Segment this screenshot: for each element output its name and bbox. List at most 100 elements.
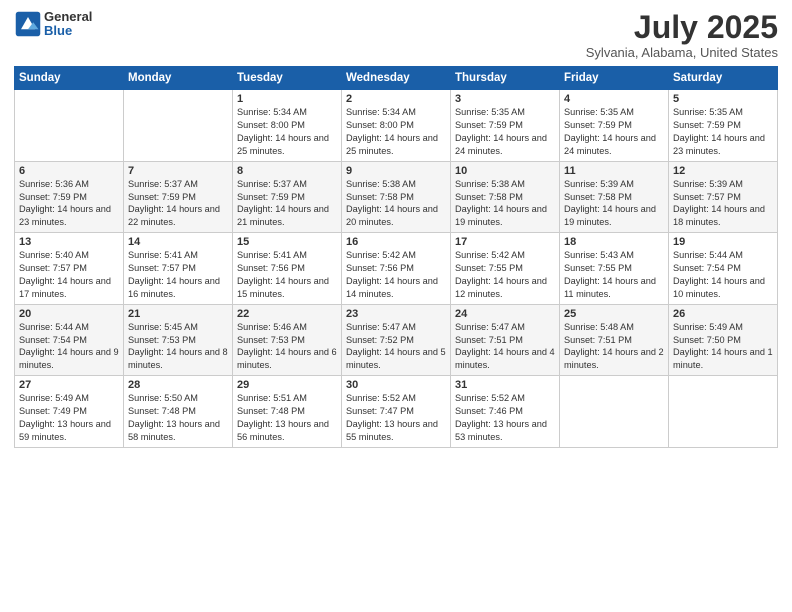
calendar-cell bbox=[15, 90, 124, 162]
day-info: Sunrise: 5:45 AM Sunset: 7:53 PM Dayligh… bbox=[128, 321, 228, 373]
calendar-week-row: 20Sunrise: 5:44 AM Sunset: 7:54 PM Dayli… bbox=[15, 304, 778, 376]
weekday-header: Monday bbox=[124, 67, 233, 90]
calendar-cell: 27Sunrise: 5:49 AM Sunset: 7:49 PM Dayli… bbox=[15, 376, 124, 448]
calendar-cell: 31Sunrise: 5:52 AM Sunset: 7:46 PM Dayli… bbox=[451, 376, 560, 448]
calendar-week-row: 6Sunrise: 5:36 AM Sunset: 7:59 PM Daylig… bbox=[15, 161, 778, 233]
calendar-cell: 28Sunrise: 5:50 AM Sunset: 7:48 PM Dayli… bbox=[124, 376, 233, 448]
day-info: Sunrise: 5:42 AM Sunset: 7:55 PM Dayligh… bbox=[455, 249, 555, 301]
calendar-cell: 3Sunrise: 5:35 AM Sunset: 7:59 PM Daylig… bbox=[451, 90, 560, 162]
day-number: 17 bbox=[455, 236, 555, 248]
day-number: 23 bbox=[346, 308, 446, 320]
day-number: 1 bbox=[237, 93, 337, 105]
day-info: Sunrise: 5:34 AM Sunset: 8:00 PM Dayligh… bbox=[346, 106, 446, 158]
calendar-cell: 15Sunrise: 5:41 AM Sunset: 7:56 PM Dayli… bbox=[233, 233, 342, 305]
calendar-cell: 4Sunrise: 5:35 AM Sunset: 7:59 PM Daylig… bbox=[560, 90, 669, 162]
calendar-cell: 9Sunrise: 5:38 AM Sunset: 7:58 PM Daylig… bbox=[342, 161, 451, 233]
day-number: 21 bbox=[128, 308, 228, 320]
calendar-cell: 17Sunrise: 5:42 AM Sunset: 7:55 PM Dayli… bbox=[451, 233, 560, 305]
logo: General Blue bbox=[14, 10, 92, 39]
day-info: Sunrise: 5:38 AM Sunset: 7:58 PM Dayligh… bbox=[455, 178, 555, 230]
day-info: Sunrise: 5:51 AM Sunset: 7:48 PM Dayligh… bbox=[237, 392, 337, 444]
day-number: 4 bbox=[564, 93, 664, 105]
calendar-cell: 20Sunrise: 5:44 AM Sunset: 7:54 PM Dayli… bbox=[15, 304, 124, 376]
day-info: Sunrise: 5:35 AM Sunset: 7:59 PM Dayligh… bbox=[455, 106, 555, 158]
day-number: 20 bbox=[19, 308, 119, 320]
day-info: Sunrise: 5:47 AM Sunset: 7:52 PM Dayligh… bbox=[346, 321, 446, 373]
calendar-cell: 7Sunrise: 5:37 AM Sunset: 7:59 PM Daylig… bbox=[124, 161, 233, 233]
day-number: 15 bbox=[237, 236, 337, 248]
day-number: 19 bbox=[673, 236, 773, 248]
calendar-cell bbox=[560, 376, 669, 448]
day-info: Sunrise: 5:41 AM Sunset: 7:56 PM Dayligh… bbox=[237, 249, 337, 301]
day-number: 29 bbox=[237, 379, 337, 391]
calendar-cell: 2Sunrise: 5:34 AM Sunset: 8:00 PM Daylig… bbox=[342, 90, 451, 162]
day-number: 28 bbox=[128, 379, 228, 391]
calendar-cell: 5Sunrise: 5:35 AM Sunset: 7:59 PM Daylig… bbox=[669, 90, 778, 162]
weekday-header: Tuesday bbox=[233, 67, 342, 90]
calendar-cell: 24Sunrise: 5:47 AM Sunset: 7:51 PM Dayli… bbox=[451, 304, 560, 376]
calendar-cell: 19Sunrise: 5:44 AM Sunset: 7:54 PM Dayli… bbox=[669, 233, 778, 305]
calendar-cell: 18Sunrise: 5:43 AM Sunset: 7:55 PM Dayli… bbox=[560, 233, 669, 305]
weekday-header: Wednesday bbox=[342, 67, 451, 90]
day-number: 14 bbox=[128, 236, 228, 248]
day-info: Sunrise: 5:39 AM Sunset: 7:57 PM Dayligh… bbox=[673, 178, 773, 230]
day-number: 30 bbox=[346, 379, 446, 391]
day-number: 9 bbox=[346, 165, 446, 177]
day-info: Sunrise: 5:43 AM Sunset: 7:55 PM Dayligh… bbox=[564, 249, 664, 301]
weekday-header: Saturday bbox=[669, 67, 778, 90]
day-info: Sunrise: 5:46 AM Sunset: 7:53 PM Dayligh… bbox=[237, 321, 337, 373]
calendar-week-row: 1 Sunrise: 5:34 AM Sunset: 8:00 PM Daylig… bbox=[15, 90, 778, 162]
day-info: Sunrise: 5:52 AM Sunset: 7:47 PM Dayligh… bbox=[346, 392, 446, 444]
day-info: Sunrise: 5:37 AM Sunset: 7:59 PM Dayligh… bbox=[237, 178, 337, 230]
calendar-cell: 21Sunrise: 5:45 AM Sunset: 7:53 PM Dayli… bbox=[124, 304, 233, 376]
day-number: 11 bbox=[564, 165, 664, 177]
day-info: Sunrise: 5:37 AM Sunset: 7:59 PM Dayligh… bbox=[128, 178, 228, 230]
day-number: 26 bbox=[673, 308, 773, 320]
calendar-cell: 6Sunrise: 5:36 AM Sunset: 7:59 PM Daylig… bbox=[15, 161, 124, 233]
main-title: July 2025 bbox=[586, 10, 778, 45]
calendar-cell: 25Sunrise: 5:48 AM Sunset: 7:51 PM Dayli… bbox=[560, 304, 669, 376]
calendar-cell: 12Sunrise: 5:39 AM Sunset: 7:57 PM Dayli… bbox=[669, 161, 778, 233]
day-info: Sunrise: 5:38 AM Sunset: 7:58 PM Dayligh… bbox=[346, 178, 446, 230]
day-number: 2 bbox=[346, 93, 446, 105]
calendar-week-row: 13Sunrise: 5:40 AM Sunset: 7:57 PM Dayli… bbox=[15, 233, 778, 305]
logo-general: General bbox=[44, 10, 92, 24]
day-number: 6 bbox=[19, 165, 119, 177]
day-info: Sunrise: 5:49 AM Sunset: 7:50 PM Dayligh… bbox=[673, 321, 773, 373]
calendar-cell: 13Sunrise: 5:40 AM Sunset: 7:57 PM Dayli… bbox=[15, 233, 124, 305]
calendar-cell bbox=[124, 90, 233, 162]
day-info: Sunrise: 5:42 AM Sunset: 7:56 PM Dayligh… bbox=[346, 249, 446, 301]
weekday-header: Friday bbox=[560, 67, 669, 90]
calendar-cell bbox=[669, 376, 778, 448]
logo-blue: Blue bbox=[44, 24, 92, 38]
day-number: 22 bbox=[237, 308, 337, 320]
day-info: Sunrise: 5:41 AM Sunset: 7:57 PM Dayligh… bbox=[128, 249, 228, 301]
day-number: 12 bbox=[673, 165, 773, 177]
day-number: 5 bbox=[673, 93, 773, 105]
logo-text: General Blue bbox=[44, 10, 92, 39]
calendar-cell: 14Sunrise: 5:41 AM Sunset: 7:57 PM Dayli… bbox=[124, 233, 233, 305]
day-number: 27 bbox=[19, 379, 119, 391]
day-number: 31 bbox=[455, 379, 555, 391]
weekday-header: Sunday bbox=[15, 67, 124, 90]
day-number: 7 bbox=[128, 165, 228, 177]
day-info: Sunrise: 5:35 AM Sunset: 7:59 PM Dayligh… bbox=[564, 106, 664, 158]
day-number: 13 bbox=[19, 236, 119, 248]
calendar-cell: 29Sunrise: 5:51 AM Sunset: 7:48 PM Dayli… bbox=[233, 376, 342, 448]
calendar-cell: 26Sunrise: 5:49 AM Sunset: 7:50 PM Dayli… bbox=[669, 304, 778, 376]
day-info: Sunrise: 5:39 AM Sunset: 7:58 PM Dayligh… bbox=[564, 178, 664, 230]
calendar-cell: 8Sunrise: 5:37 AM Sunset: 7:59 PM Daylig… bbox=[233, 161, 342, 233]
day-number: 10 bbox=[455, 165, 555, 177]
calendar-cell: 1Sunrise: 5:34 AM Sunset: 8:00 PM Daylig… bbox=[233, 90, 342, 162]
weekday-header: Thursday bbox=[451, 67, 560, 90]
day-info: Sunrise: 5:35 AM Sunset: 7:59 PM Dayligh… bbox=[673, 106, 773, 158]
subtitle: Sylvania, Alabama, United States bbox=[586, 45, 778, 60]
day-info: Sunrise: 5:44 AM Sunset: 7:54 PM Dayligh… bbox=[673, 249, 773, 301]
day-number: 8 bbox=[237, 165, 337, 177]
day-info: Sunrise: 5:52 AM Sunset: 7:46 PM Dayligh… bbox=[455, 392, 555, 444]
day-info: Sunrise: 5:36 AM Sunset: 7:59 PM Dayligh… bbox=[19, 178, 119, 230]
page: General Blue July 2025 Sylvania, Alabama… bbox=[0, 0, 792, 612]
day-number: 16 bbox=[346, 236, 446, 248]
day-number: 3 bbox=[455, 93, 555, 105]
calendar-cell: 11Sunrise: 5:39 AM Sunset: 7:58 PM Dayli… bbox=[560, 161, 669, 233]
